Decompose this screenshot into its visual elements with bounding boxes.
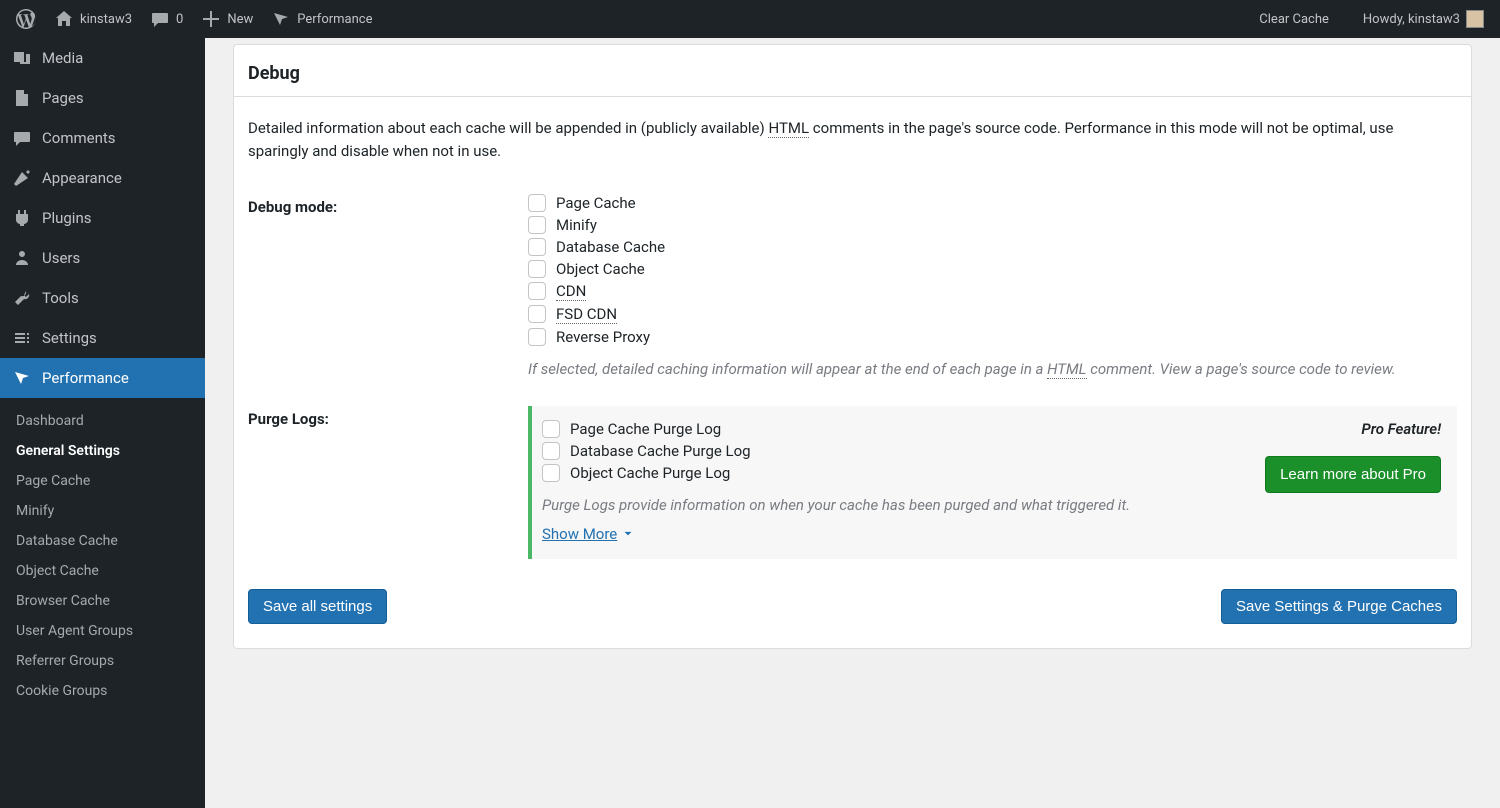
panel-header: Debug: [234, 45, 1471, 97]
sidebar-item-comments[interactable]: Comments: [0, 118, 205, 158]
new-content[interactable]: New: [193, 0, 261, 38]
checkbox[interactable]: [528, 305, 546, 323]
checkbox[interactable]: [528, 238, 546, 256]
sidebar-item-tools[interactable]: Tools: [0, 278, 205, 318]
check-reverse-proxy[interactable]: Reverse Proxy: [528, 328, 1457, 346]
users-icon: [12, 248, 32, 268]
check-fsd-cdn[interactable]: FSD CDN: [528, 305, 1457, 324]
comment-count: 0: [176, 12, 183, 27]
debug-help-text: If selected, detailed caching informatio…: [528, 358, 1457, 381]
pro-feature-box: Page Cache Purge Log Database Cache Purg…: [528, 406, 1457, 559]
performance-toolbar[interactable]: Performance: [263, 0, 380, 38]
check-page-cache[interactable]: Page Cache: [528, 194, 1457, 212]
plus-icon: [201, 9, 221, 29]
site-name: kinstaw3: [80, 12, 132, 27]
home-icon: [54, 9, 74, 29]
sidebar-item-pages[interactable]: Pages: [0, 78, 205, 118]
pages-icon: [12, 88, 32, 108]
submenu-referrer-groups[interactable]: Referrer Groups: [0, 646, 205, 676]
checkbox[interactable]: [542, 464, 560, 482]
wordpress-icon: [16, 9, 36, 29]
site-home[interactable]: kinstaw3: [46, 0, 140, 38]
checkbox[interactable]: [542, 442, 560, 460]
panel-title: Debug: [248, 63, 1453, 84]
checkbox[interactable]: [542, 420, 560, 438]
media-icon: [12, 48, 32, 68]
purge-help-text: Purge Logs provide information on when y…: [542, 494, 1245, 517]
checkbox[interactable]: [528, 194, 546, 212]
checkbox[interactable]: [528, 328, 546, 346]
chevron-down-icon: [621, 527, 635, 541]
action-bar: Save all settings Save Settings & Purge …: [248, 589, 1457, 624]
performance-submenu: Dashboard General Settings Page Cache Mi…: [0, 398, 205, 714]
sidebar-item-media[interactable]: Media: [0, 38, 205, 78]
purge-logs-label: Purge Logs:: [248, 406, 528, 428]
save-purge-caches-button[interactable]: Save Settings & Purge Caches: [1221, 589, 1457, 624]
submenu-object-cache[interactable]: Object Cache: [0, 556, 205, 586]
submenu-database-cache[interactable]: Database Cache: [0, 526, 205, 556]
plugins-icon: [12, 208, 32, 228]
wp-logo[interactable]: [8, 0, 44, 38]
debug-panel: Debug Detailed information about each ca…: [233, 44, 1472, 649]
checkbox[interactable]: [528, 216, 546, 234]
submenu-dashboard[interactable]: Dashboard: [0, 406, 205, 436]
check-object-cache-purge[interactable]: Object Cache Purge Log: [542, 464, 1245, 482]
pro-feature-badge: Pro Feature!: [1265, 420, 1441, 438]
avatar: [1466, 10, 1484, 28]
sidebar-item-settings[interactable]: Settings: [0, 318, 205, 358]
comment-icon: [150, 9, 170, 29]
submenu-cookie-groups[interactable]: Cookie Groups: [0, 676, 205, 706]
save-all-settings-button[interactable]: Save all settings: [248, 589, 387, 624]
learn-more-pro-button[interactable]: Learn more about Pro: [1265, 456, 1441, 493]
sidebar-item-plugins[interactable]: Plugins: [0, 198, 205, 238]
admin-bar: kinstaw3 0 New Performance Clear Cache H…: [0, 0, 1500, 38]
checkbox[interactable]: [528, 260, 546, 278]
purge-logs-row: Purge Logs: Page Cache Purge Log Databas…: [248, 406, 1457, 559]
submenu-minify[interactable]: Minify: [0, 496, 205, 526]
performance-icon: [12, 368, 32, 388]
checkbox[interactable]: [528, 282, 546, 300]
submenu-user-agent-groups[interactable]: User Agent Groups: [0, 616, 205, 646]
comments-link[interactable]: 0: [142, 0, 191, 38]
new-label: New: [227, 12, 253, 27]
sidebar-item-performance[interactable]: Performance: [0, 358, 205, 398]
submenu-browser-cache[interactable]: Browser Cache: [0, 586, 205, 616]
sidebar-item-appearance[interactable]: Appearance: [0, 158, 205, 198]
submenu-page-cache[interactable]: Page Cache: [0, 466, 205, 496]
html-abbr: HTML: [768, 119, 809, 138]
debug-mode-label: Debug mode:: [248, 194, 528, 216]
settings-icon: [12, 328, 32, 348]
tools-icon: [12, 288, 32, 308]
admin-sidebar: Media Pages Comments Appearance Plugins …: [0, 38, 205, 808]
check-cdn[interactable]: CDN: [528, 282, 1457, 301]
comments-icon: [12, 128, 32, 148]
dashicon-performance: [271, 9, 291, 29]
content-area: Debug Detailed information about each ca…: [205, 0, 1500, 669]
clear-cache-link[interactable]: Clear Cache: [1251, 0, 1337, 38]
check-database-cache[interactable]: Database Cache: [528, 238, 1457, 256]
account-menu[interactable]: Howdy, kinstaw3: [1355, 0, 1492, 38]
show-more-link[interactable]: Show More: [542, 525, 635, 543]
debug-mode-row: Debug mode: Page Cache Minify Database C…: [248, 194, 1457, 381]
sidebar-item-users[interactable]: Users: [0, 238, 205, 278]
howdy-text: Howdy, kinstaw3: [1363, 12, 1460, 27]
check-minify[interactable]: Minify: [528, 216, 1457, 234]
submenu-general-settings[interactable]: General Settings: [0, 436, 205, 466]
appearance-icon: [12, 168, 32, 188]
performance-label: Performance: [297, 12, 372, 27]
check-database-cache-purge[interactable]: Database Cache Purge Log: [542, 442, 1245, 460]
check-object-cache[interactable]: Object Cache: [528, 260, 1457, 278]
check-page-cache-purge[interactable]: Page Cache Purge Log: [542, 420, 1245, 438]
panel-description: Detailed information about each cache wi…: [248, 117, 1457, 164]
